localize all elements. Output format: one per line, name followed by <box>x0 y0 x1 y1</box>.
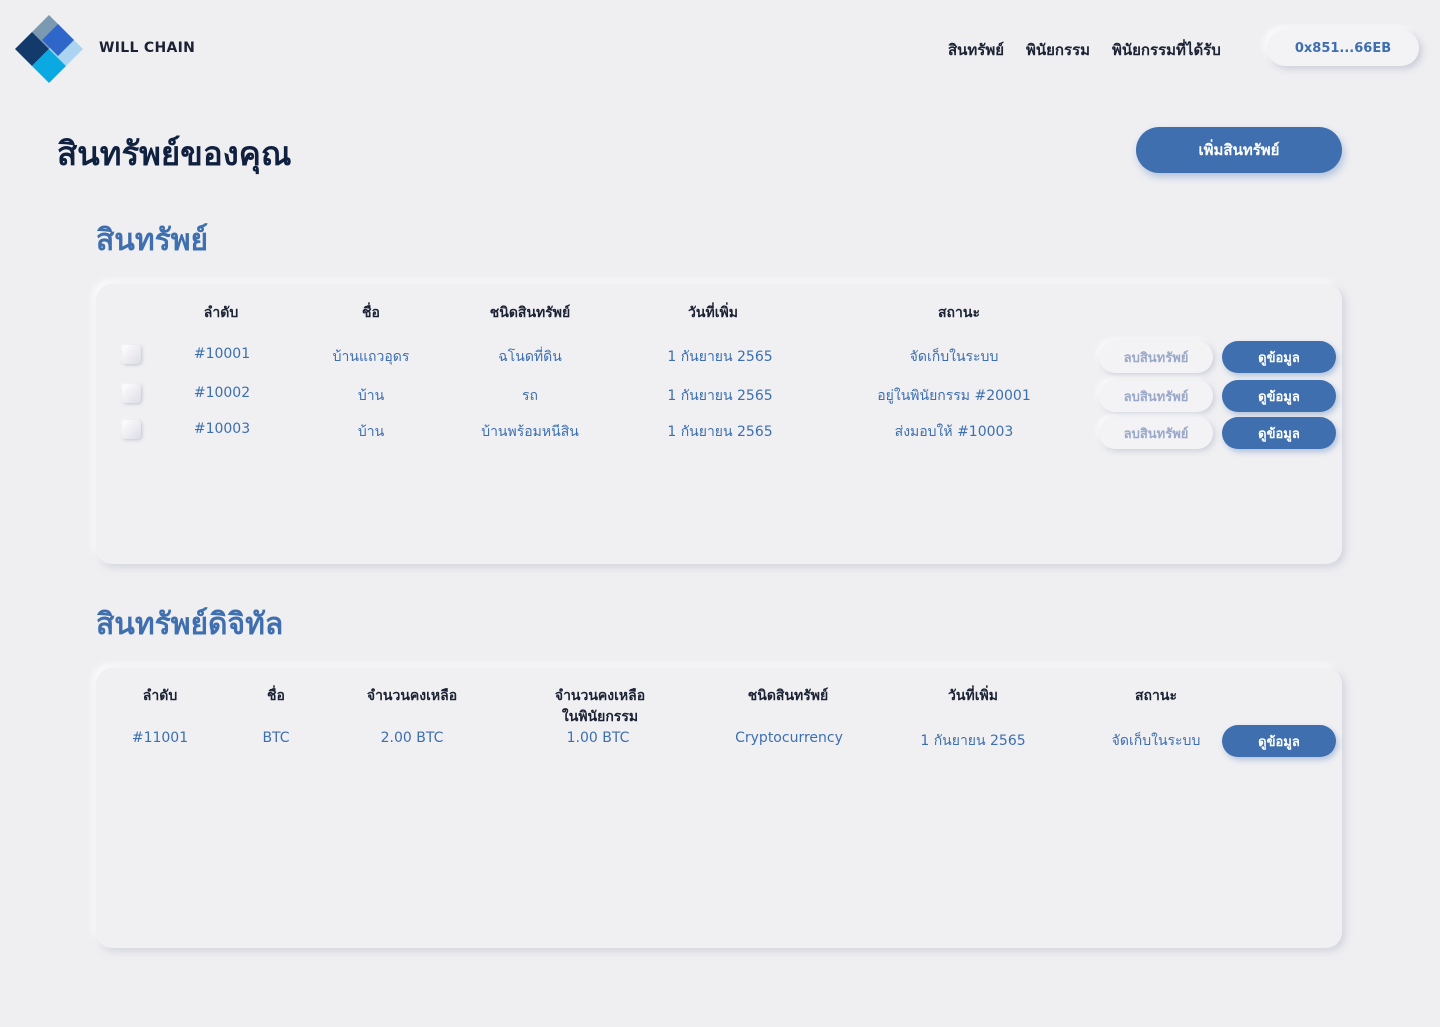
digital-asset-balance: 2.00 BTC <box>380 730 444 746</box>
digital-asset-type: Cryptocurrency <box>735 730 843 746</box>
asset-type: ฉโนดที่ดิน <box>498 349 562 365</box>
column-header-date: วันที่เพิ่ม <box>948 688 998 704</box>
digital-assets-section-title: สินทรัพย์ดิจิทัล <box>96 607 284 642</box>
row-checkbox[interactable] <box>122 420 141 439</box>
digital-asset-date: 1 กันยายน 2565 <box>920 733 1026 749</box>
view-asset-button[interactable]: ดูข้อมูล <box>1222 341 1336 373</box>
asset-name: บ้านแถวอุดร <box>332 349 410 365</box>
column-header-type: ชนิดสินทรัพย์ <box>489 305 571 321</box>
asset-index: #10001 <box>193 346 251 362</box>
digital-assets-table: ลำดับ ชื่อ จำนวนคงเหลือ จำนวนคงเหลือ ในพ… <box>96 668 1342 948</box>
column-header-index: ลำดับ <box>203 305 239 321</box>
column-header-name: ชื่อ <box>362 305 380 321</box>
digital-asset-name: BTC <box>262 730 290 746</box>
asset-type: บ้านพร้อมหนีสิน <box>481 424 579 440</box>
page-title: สินทรัพย์ของคุณ <box>57 134 292 173</box>
nav-item-assets[interactable]: สินทรัพย์ <box>948 38 1004 62</box>
delete-asset-button[interactable]: ลบสินทรัพย์ <box>1099 380 1213 412</box>
column-header-type: ชนิดสินทรัพย์ <box>747 688 829 704</box>
assets-section-title: สินทรัพย์ <box>96 223 209 258</box>
brand-name: WILL CHAIN <box>99 40 196 56</box>
add-asset-button[interactable]: เพิ่มสินทรัพย์ <box>1136 127 1342 173</box>
nav-item-wills[interactable]: พินัยกรรม <box>1026 38 1090 62</box>
asset-name: บ้าน <box>357 424 385 440</box>
delete-asset-button[interactable]: ลบสินทรัพย์ <box>1099 417 1213 449</box>
row-checkbox[interactable] <box>122 384 141 403</box>
will-chain-logo-icon <box>15 15 83 83</box>
row-checkbox[interactable] <box>122 345 141 364</box>
asset-name: บ้าน <box>357 388 385 404</box>
asset-type: รถ <box>522 388 538 404</box>
asset-date: 1 กันยายน 2565 <box>667 388 773 404</box>
wallet-address-button[interactable]: 0x851...66EB <box>1267 30 1419 66</box>
column-header-balance: จำนวนคงเหลือ <box>366 688 458 704</box>
digital-asset-balance-in-will: 1.00 BTC <box>566 730 630 746</box>
asset-status: ส่งมอบให้ #10003 <box>894 424 1014 440</box>
column-header-status: สถานะ <box>938 305 980 321</box>
digital-asset-status: จัดเก็บในระบบ <box>1111 733 1201 749</box>
delete-asset-button[interactable]: ลบสินทรัพย์ <box>1099 341 1213 373</box>
asset-date: 1 กันยายน 2565 <box>667 349 773 365</box>
view-asset-button[interactable]: ดูข้อมูล <box>1222 380 1336 412</box>
column-header-balance-in-will: จำนวนคงเหลือ ในพินัยกรรม <box>554 688 646 725</box>
view-digital-asset-button[interactable]: ดูข้อมูล <box>1222 725 1336 757</box>
asset-index: #10003 <box>193 421 251 437</box>
column-header-date: วันที่เพิ่ม <box>688 305 738 321</box>
asset-status: จัดเก็บในระบบ <box>909 349 999 365</box>
asset-date: 1 กันยายน 2565 <box>667 424 773 440</box>
view-asset-button[interactable]: ดูข้อมูล <box>1222 417 1336 449</box>
column-header-status: สถานะ <box>1135 688 1177 704</box>
asset-index: #10002 <box>193 385 251 401</box>
asset-status: อยู่ในพินัยกรรม #20001 <box>877 388 1031 404</box>
assets-table: ลำดับ ชื่อ ชนิดสินทรัพย์ วันที่เพิ่ม สถา… <box>96 284 1342 564</box>
digital-asset-index: #11001 <box>131 730 189 746</box>
column-header-index: ลำดับ <box>142 688 178 704</box>
nav-item-received-wills[interactable]: พินัยกรรมที่ได้รับ <box>1112 38 1221 62</box>
column-header-name: ชื่อ <box>267 688 285 704</box>
